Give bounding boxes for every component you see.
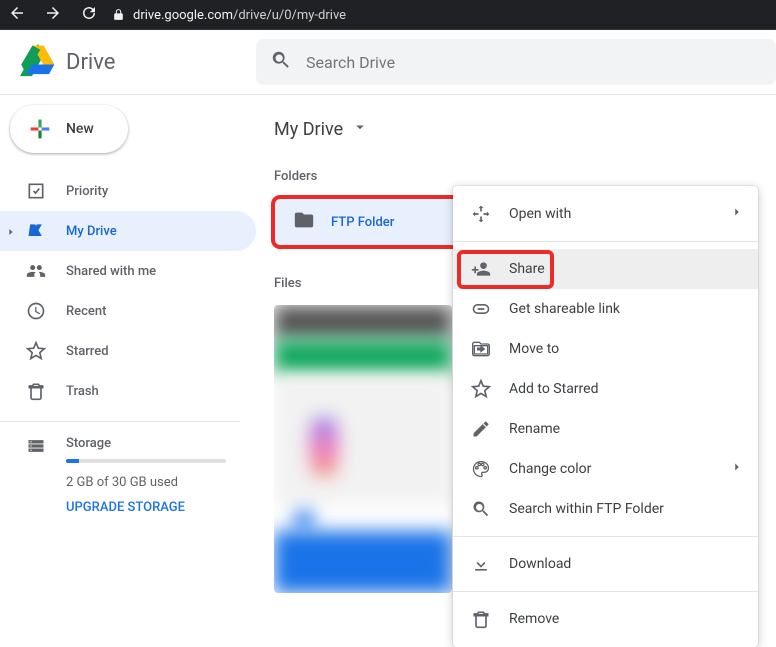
breadcrumb-label: My Drive xyxy=(274,119,343,140)
folders-section-label: Folders xyxy=(274,169,776,184)
menu-item-label: Open with xyxy=(509,206,571,222)
nav-back-icon[interactable] xyxy=(8,4,26,26)
sidebar-item-label: Trash xyxy=(66,384,99,399)
menu-get-link[interactable]: Get shareable link xyxy=(453,289,758,329)
sidebar-item-label: Shared with me xyxy=(66,264,156,279)
dropdown-caret-icon[interactable] xyxy=(351,118,369,140)
nav-reload-icon[interactable] xyxy=(80,4,98,26)
nav-forward-icon[interactable] xyxy=(44,4,62,26)
person-add-icon xyxy=(471,259,491,279)
menu-remove[interactable]: Remove xyxy=(453,599,758,639)
context-menu: Open with Share Get shareable link Move … xyxy=(453,186,758,647)
menu-item-label: Rename xyxy=(509,421,560,437)
menu-item-label: Search within FTP Folder xyxy=(509,501,664,517)
menu-item-label: Get shareable link xyxy=(509,301,620,317)
menu-add-starred[interactable]: Add to Starred xyxy=(453,369,758,409)
folder-name: FTP Folder xyxy=(331,215,394,230)
chevron-right-icon xyxy=(730,460,744,478)
expand-caret-icon[interactable] xyxy=(6,222,16,241)
upgrade-storage-link[interactable]: UPGRADE STORAGE xyxy=(66,500,226,515)
menu-item-label: Download xyxy=(509,556,571,572)
new-button-label: New xyxy=(66,121,94,137)
search-icon xyxy=(270,49,292,75)
star-icon xyxy=(471,379,491,399)
menu-separator xyxy=(453,591,758,592)
menu-item-label: Remove xyxy=(509,611,559,627)
browser-bar: drive.google.com/drive/u/0/my-drive xyxy=(0,0,776,30)
storage-label: Storage xyxy=(66,436,226,451)
pencil-icon xyxy=(471,419,491,439)
sidebar-item-shared[interactable]: Shared with me xyxy=(0,251,256,291)
sidebar-item-priority[interactable]: Priority xyxy=(0,171,256,211)
sidebar-separator xyxy=(0,421,240,422)
sidebar-item-trash[interactable]: Trash xyxy=(0,371,256,411)
storage-block: Storage 2 GB of 30 GB used UPGRADE STORA… xyxy=(0,436,256,515)
menu-item-label: Change color xyxy=(509,461,591,477)
sidebar-item-label: Recent xyxy=(66,304,106,319)
sidebar-item-label: Starred xyxy=(66,344,109,359)
chevron-right-icon xyxy=(730,205,744,223)
trash-icon xyxy=(471,609,491,629)
storage-icon xyxy=(26,436,46,456)
main-panel: My Drive Folders FTP Folder Files xyxy=(256,95,776,623)
storage-used-text: 2 GB of 30 GB used xyxy=(66,475,226,490)
lock-icon xyxy=(112,6,125,25)
menu-separator xyxy=(453,536,758,537)
menu-share[interactable]: Share xyxy=(453,249,758,289)
menu-open-with[interactable]: Open with xyxy=(453,194,758,234)
sidebar-item-label: Priority xyxy=(66,184,108,199)
url-text: drive.google.com/drive/u/0/my-drive xyxy=(133,8,346,23)
sidebar-item-my-drive[interactable]: My Drive xyxy=(0,211,256,251)
palette-icon xyxy=(471,459,491,479)
menu-item-label: Move to xyxy=(509,341,559,357)
sidebar-item-label: My Drive xyxy=(66,224,117,239)
menu-download[interactable]: Download xyxy=(453,544,758,584)
menu-rename[interactable]: Rename xyxy=(453,409,758,449)
sidebar-item-recent[interactable]: Recent xyxy=(0,291,256,331)
menu-search-within[interactable]: Search within FTP Folder xyxy=(453,489,758,529)
menu-change-color[interactable]: Change color xyxy=(453,449,758,489)
folder-icon xyxy=(293,209,315,235)
breadcrumb[interactable]: My Drive xyxy=(274,113,776,145)
search-box[interactable] xyxy=(256,39,776,85)
link-icon xyxy=(471,299,491,319)
move-icon xyxy=(471,339,491,359)
app-name: Drive xyxy=(66,50,115,75)
sidebar: New Priority My Drive Shared with me Rec… xyxy=(0,95,256,623)
menu-item-label: Share xyxy=(509,261,545,277)
open-with-icon xyxy=(471,204,491,224)
address-bar[interactable]: drive.google.com/drive/u/0/my-drive xyxy=(112,6,346,25)
file-thumbnail[interactable] xyxy=(274,305,452,593)
search-input[interactable] xyxy=(306,53,762,72)
download-icon xyxy=(471,554,491,574)
storage-bar xyxy=(66,459,226,463)
sidebar-item-starred[interactable]: Starred xyxy=(0,331,256,371)
drive-logo-icon xyxy=(20,42,56,82)
menu-separator xyxy=(453,241,758,242)
menu-item-label: Add to Starred xyxy=(509,381,598,397)
search-icon xyxy=(471,499,491,519)
app-header: Drive xyxy=(0,30,776,95)
menu-move-to[interactable]: Move to xyxy=(453,329,758,369)
new-button[interactable]: New xyxy=(10,105,128,153)
